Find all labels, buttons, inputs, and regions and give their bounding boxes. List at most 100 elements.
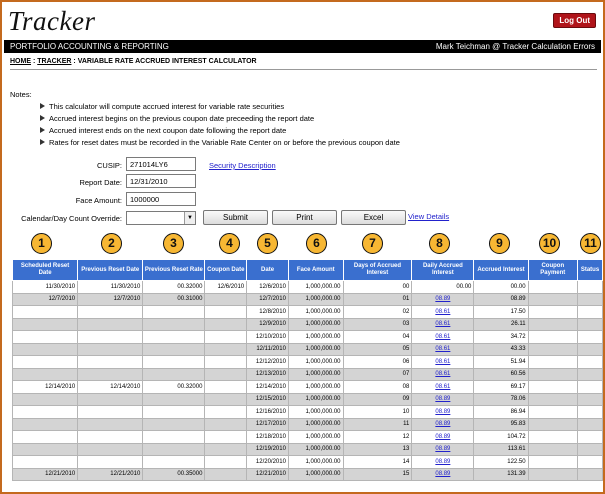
note-item: Rates for reset dates must be recorded i…: [40, 137, 400, 149]
report-date-input[interactable]: 12/31/2010: [126, 174, 196, 188]
cell-daily-accrued[interactable]: 08.61: [411, 330, 475, 344]
col-coupon-date[interactable]: Coupon Date: [204, 259, 248, 281]
view-details-link[interactable]: View Details: [408, 212, 449, 221]
notes-title: Notes:: [10, 90, 32, 99]
col-status[interactable]: Status: [577, 259, 603, 281]
cell-scheduled-reset-date: [11, 430, 79, 444]
cell-coupon-date: [204, 392, 248, 406]
col-previous-reset-rate[interactable]: Previous Reset Rate: [142, 259, 206, 281]
cell-previous-reset-date: [77, 417, 144, 431]
cell-coupon-payment: [527, 355, 579, 369]
cell-previous-reset-rate: 00.31000: [142, 292, 206, 306]
cell-daily-accrued[interactable]: 08.89: [411, 430, 475, 444]
user-status: Mark Teichman @ Tracker Calculation Erro…: [435, 42, 595, 51]
cell-days-accrued: 03: [342, 317, 413, 331]
table-row: 12/20/2010 1,000,000.00 14 08.89 122.50: [11, 455, 603, 469]
column-marker-8: 8: [429, 233, 450, 254]
logout-button[interactable]: Log Out: [553, 13, 596, 28]
cell-previous-reset-rate: [142, 330, 206, 344]
excel-button[interactable]: Excel: [341, 210, 406, 225]
cell-previous-reset-rate: [142, 405, 206, 419]
cell-accrued-interest: 122.50: [473, 455, 529, 469]
cell-scheduled-reset-date: [11, 392, 79, 406]
breadcrumb-home-link[interactable]: HOME: [10, 58, 31, 65]
submit-button[interactable]: Submit: [203, 210, 268, 225]
cell-daily-accrued[interactable]: 08.61: [411, 305, 475, 319]
cell-daily-accrued[interactable]: 08.61: [411, 367, 475, 381]
cell-status: [577, 317, 603, 331]
column-marker-3: 3: [163, 233, 184, 254]
cell-status: [577, 342, 603, 356]
cell-daily-accrued[interactable]: 08.61: [411, 380, 475, 394]
cell-previous-reset-date: [77, 342, 144, 356]
cell-scheduled-reset-date: [11, 455, 79, 469]
col-coupon-payment[interactable]: Coupon Payment: [527, 259, 579, 281]
cell-days-accrued: 13: [342, 442, 413, 456]
cell-daily-accrued[interactable]: 08.89: [411, 455, 475, 469]
table-row: 12/9/2010 1,000,000.00 03 08.61 26.11: [11, 317, 603, 331]
chevron-down-icon[interactable]: ▼: [184, 212, 195, 224]
col-previous-reset-date[interactable]: Previous Reset Date: [77, 259, 144, 281]
cell-previous-reset-date: [77, 330, 144, 344]
cusip-input[interactable]: 271014LY6: [126, 157, 196, 171]
cell-daily-accrued[interactable]: 08.89: [411, 405, 475, 419]
security-description-link[interactable]: Security Description: [209, 161, 276, 170]
cell-face-amount: 1,000,000.00: [287, 430, 344, 444]
cell-previous-reset-rate: [142, 317, 206, 331]
cell-daily-accrued[interactable]: 08.61: [411, 355, 475, 369]
col-date[interactable]: Date: [246, 259, 289, 281]
cell-face-amount: 1,000,000.00: [287, 367, 344, 381]
cell-previous-reset-rate: [142, 442, 206, 456]
cell-days-accrued: 00: [342, 280, 413, 294]
cell-days-accrued: 08: [342, 380, 413, 394]
tracker-logo: Tracker: [8, 6, 96, 36]
breadcrumb-tracker-link[interactable]: TRACKER: [37, 58, 71, 65]
col-accrued-interest[interactable]: Accrued Interest: [473, 259, 529, 281]
cell-daily-accrued[interactable]: 08.89: [411, 467, 475, 481]
cell-face-amount: 1,000,000.00: [287, 405, 344, 419]
cell-coupon-date: [204, 455, 248, 469]
cell-previous-reset-date: [77, 305, 144, 319]
cell-coupon-date: [204, 417, 248, 431]
cell-accrued-interest: 43.33: [473, 342, 529, 356]
cell-daily-accrued[interactable]: 08.89: [411, 392, 475, 406]
override-select[interactable]: ▼: [126, 211, 196, 225]
cell-daily-accrued: 00.00: [411, 280, 475, 294]
col-scheduled-reset-date[interactable]: Scheduled Reset Date: [11, 259, 79, 281]
cell-date: 12/8/2010: [246, 305, 289, 319]
cell-coupon-payment: [527, 367, 579, 381]
cell-daily-accrued[interactable]: 08.89: [411, 442, 475, 456]
table-header-row: Scheduled Reset Date Previous Reset Date…: [11, 259, 603, 281]
column-marker-1: 1: [31, 233, 52, 254]
table-row: 12/13/2010 1,000,000.00 07 08.61 60.56: [11, 367, 603, 381]
cell-scheduled-reset-date: 12/14/2010: [11, 380, 79, 394]
cell-scheduled-reset-date: [11, 330, 79, 344]
cell-status: [577, 330, 603, 344]
cell-daily-accrued[interactable]: 08.89: [411, 417, 475, 431]
cell-face-amount: 1,000,000.00: [287, 330, 344, 344]
cell-daily-accrued[interactable]: 08.61: [411, 317, 475, 331]
cell-status: [577, 355, 603, 369]
col-face-amount[interactable]: Face Amount: [287, 259, 344, 281]
face-amount-input[interactable]: 1000000: [126, 192, 196, 206]
cell-coupon-date: [204, 430, 248, 444]
cell-status: [577, 280, 603, 294]
cell-daily-accrued[interactable]: 08.89: [411, 292, 475, 306]
cell-previous-reset-date: [77, 442, 144, 456]
bullet-triangle-icon: [40, 115, 45, 121]
cell-accrued-interest: 104.72: [473, 430, 529, 444]
override-label: Calendar/Day Count Override:: [21, 214, 122, 223]
face-amount-label: Face Amount:: [75, 196, 122, 205]
print-button[interactable]: Print: [272, 210, 337, 225]
cell-face-amount: 1,000,000.00: [287, 380, 344, 394]
cell-coupon-payment: [527, 405, 579, 419]
table-row: 12/12/2010 1,000,000.00 06 08.61 51.94: [11, 355, 603, 369]
cell-accrued-interest: 17.50: [473, 305, 529, 319]
col-days-accrued[interactable]: Days of Accrued Interest: [342, 259, 413, 281]
cell-previous-reset-rate: [142, 342, 206, 356]
cell-status: [577, 380, 603, 394]
cell-accrued-interest: 51.94: [473, 355, 529, 369]
cell-daily-accrued[interactable]: 08.61: [411, 342, 475, 356]
col-daily-accrued[interactable]: Daily Accrued Interest: [411, 259, 475, 281]
top-bar: PORTFOLIO ACCOUNTING & REPORTING Mark Te…: [4, 40, 601, 53]
